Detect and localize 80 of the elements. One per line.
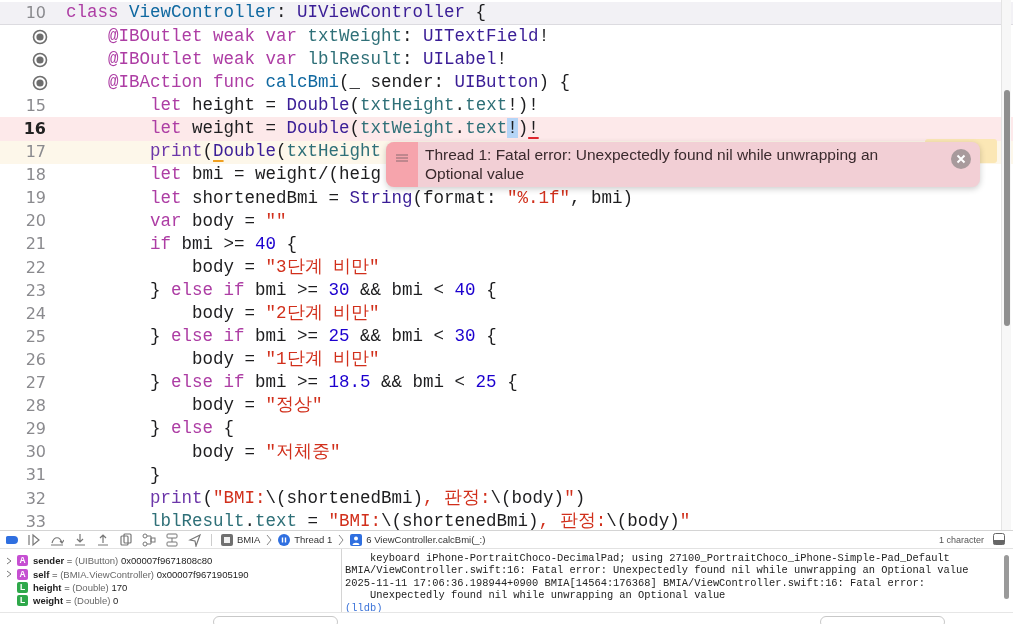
location-icon[interactable] [188,532,202,547]
line-number: 17 [25,144,46,161]
line-number: 20 [25,213,46,230]
variable-entry: sender = (UIButton) 0x00007f9671808c80 [33,555,213,567]
code-line: @IBOutlet weak var lblResult: UILabel! [107,51,508,69]
chevron-icon [338,533,345,546]
code-line: @IBOutlet weak var txtWeight: UITextField! [107,27,550,46]
line-number: 24 [25,305,46,322]
code-line: body = "3단계 비만" [191,258,380,277]
code-line: } else if bmi >= 18.5 && bmi < 25 { [149,374,518,392]
debug-view-icon[interactable] [119,532,133,547]
panel-toggle-icon[interactable] [993,532,1007,547]
line-number: 22 [25,259,46,276]
continue-icon[interactable] [27,532,41,547]
code-line: class ViewController: UIViewController { [65,4,487,22]
line-number: 32 [25,490,46,507]
line-number: 31 [25,467,46,484]
line-number: 30 [25,444,46,461]
line-number: 29 [25,421,46,438]
variable-entry: height = (Double) 170 [33,581,128,593]
code-line: let weight = Double(txtWeight.text!)! [149,120,539,138]
scrollbar[interactable] [1004,555,1009,599]
line-number: 33 [25,513,46,530]
code-line: lblResult.text = "BMI:\(shortenedBmi), 판정:\(body)" [149,512,691,530]
code-line: print(Double(txtHeight [149,143,382,161]
environment-icon[interactable] [165,532,179,547]
code-line: let bmi = weight/(heig [149,166,382,184]
error-message: Thread 1: Fatal error: Unexpectedly found nil while unwrapping an Optional value [424,145,880,184]
disclosure-icon[interactable] [6,570,12,579]
line-number: 21 [25,236,46,253]
step-out-icon[interactable] [96,532,110,547]
code-line: @IBAction func calcBmi(_ sender: UIButton) { [107,74,571,92]
code-line: let height = Double(txtHeight.text!)! [149,97,539,115]
code-line: let shortenedBmi = String(format: "%.1f", bmi) [149,189,634,208]
code-line: body = "정상" [191,397,323,415]
code-line: } else { [149,420,235,438]
line-number: 28 [25,398,46,415]
close-button[interactable] [951,149,971,169]
line-number: 18 [25,167,46,184]
console-prompt: (lldb) [345,601,384,615]
code-line: print("BMI:\(shortenedBmi), 판정:\(body)") [149,489,586,508]
line-number: 10 [25,5,46,22]
breadcrumb-item[interactable]: 6 ViewController.calcBmi(_:) [366,534,486,545]
line-number: 19 [25,190,46,207]
breadcrumb-item[interactable]: Thread 1 [294,534,333,545]
line-number: 23 [25,282,46,299]
disclosure-icon[interactable] [6,556,12,565]
variable-badge: A [17,555,28,567]
variable-entry: weight = (Double) 0 [33,595,119,607]
breadcrumb-item[interactable]: BMIA [237,534,261,545]
variable-badge: A [17,568,28,580]
line-number: 16 [23,121,46,137]
chevron-icon [266,533,273,546]
app-icon [221,533,233,546]
code-line: } [149,466,161,485]
variable-entry: self = (BMIA.ViewController) 0x00007f9671905190 [33,568,249,580]
line-number: 26 [25,351,46,368]
code-line: body = "2단계 비만" [191,305,380,323]
code-line: } else if bmi >= 25 && bmi < 30 { [149,328,497,346]
step-into-icon[interactable] [73,532,87,547]
console-line: keyboard iPhone-PortraitChoco-DecimalPad; using 27100_PortraitChoco_iPhone-Simple-Pad_Default [368,552,951,565]
console-line: Unexpectedly found nil while unwrapping an Optional value [368,589,727,602]
console-line: 2025-11-11 17:06:36.198944+0900 BMIA[14564:176368] BMIA/ViewController.swift:16: Fatal error: [345,576,926,590]
frame-icon [350,533,363,546]
breakpoints-toggle[interactable] [6,535,18,544]
code-line: } else if bmi >= 30 && bmi < 40 { [149,281,497,300]
line-number: 15 [25,97,46,114]
code-line: body = "1단계 비만" [191,351,380,369]
scrollbar[interactable] [1001,0,1011,530]
selection-info: 1 character [938,534,984,545]
line-number: 27 [25,375,46,392]
code-line: if bmi >= 40 { [149,235,298,254]
variable-badge: L [17,581,28,593]
code-line: body = "저체중" [191,443,341,462]
code-line: var body = "" [149,212,287,231]
line-number: 25 [25,328,46,345]
memory-graph-icon[interactable] [142,532,156,547]
variable-badge: L [17,595,28,607]
thread-icon [278,533,291,546]
console-line: BMIA/ViewController.swift:16: Fatal error: Unexpectedly found nil while unwrapping an Optional value [345,564,970,577]
